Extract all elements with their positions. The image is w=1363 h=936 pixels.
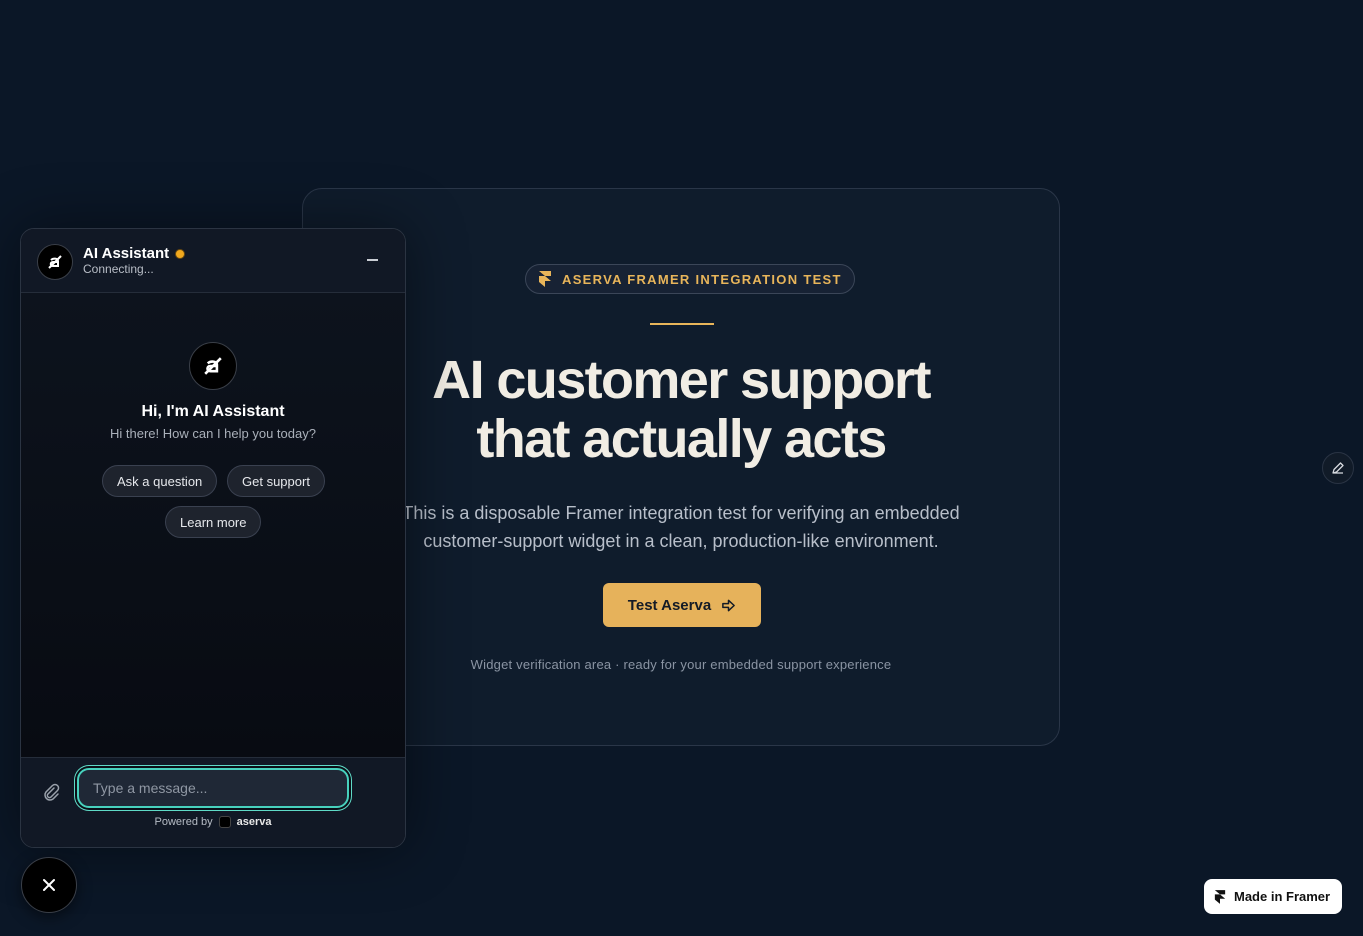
pencil-icon [1332,462,1344,474]
framer-icon [539,271,551,287]
footnote: Widget verification area · ready for you… [470,657,892,672]
made-in-framer-badge[interactable]: Made in Framer [1204,879,1342,914]
message-input[interactable] [77,768,349,808]
made-in-framer-label: Made in Framer [1234,889,1331,904]
minimize-button[interactable] [365,253,379,267]
hero-card: ASERVA FRAMER INTEGRATION TEST AI custom… [302,188,1060,746]
status-indicator [175,248,186,259]
arrow-right-icon [722,599,736,611]
cta-label: Test Aserva [627,596,712,614]
edit-button[interactable] [1322,452,1354,484]
chat-title: AI Assistant [83,245,186,262]
aserva-mini-logo-icon [218,816,231,828]
quick-reply-learn-more[interactable]: Learn more [165,506,262,538]
powered-by: Powered by aserva [21,816,405,828]
headline-line-1: AI customer support [432,350,931,410]
assistant-name: AI Assistant [83,245,170,262]
integration-badge: ASERVA FRAMER INTEGRATION TEST [525,264,855,294]
page-title: AI customer support that actually acts [343,351,1019,469]
welcome-subtitle: Hi there! How can I help you today? [110,426,316,441]
quick-reply-get-support[interactable]: Get support [227,465,325,497]
headline-line-2: that actually acts [476,409,887,469]
framer-icon [1214,889,1226,904]
welcome-title: Hi, I'm AI Assistant [141,403,285,420]
description-line-1: This is a disposable Framer integration … [402,503,960,523]
quick-reply-ask-question[interactable]: Ask a question [102,465,218,497]
welcome-avatar [189,342,237,390]
paperclip-icon[interactable] [41,782,61,802]
minus-icon [366,259,378,261]
description-line-2: customer-support widget in a clean, prod… [423,531,939,551]
chat-widget: AI Assistant Connecting... Hi, I'm AI As… [20,228,406,848]
aserva-logo-icon [48,255,62,269]
hero-description: This is a disposable Framer integration … [373,499,989,555]
test-aserva-button[interactable]: Test Aserva [603,583,761,627]
close-icon [43,879,55,891]
chat-header: AI Assistant Connecting... [21,229,405,293]
badge-label: ASERVA FRAMER INTEGRATION TEST [562,271,842,287]
powered-by-brand[interactable]: aserva [237,816,272,828]
powered-by-label: Powered by [154,816,213,828]
chat-body: Hi, I'm AI Assistant Hi there! How can I… [21,293,405,757]
assistant-avatar [37,244,73,280]
chat-launcher-button[interactable] [21,857,77,913]
connection-status: Connecting... [83,262,154,276]
accent-divider [650,323,714,325]
chat-footer: Powered by aserva [21,757,405,847]
aserva-logo-icon [204,357,222,375]
